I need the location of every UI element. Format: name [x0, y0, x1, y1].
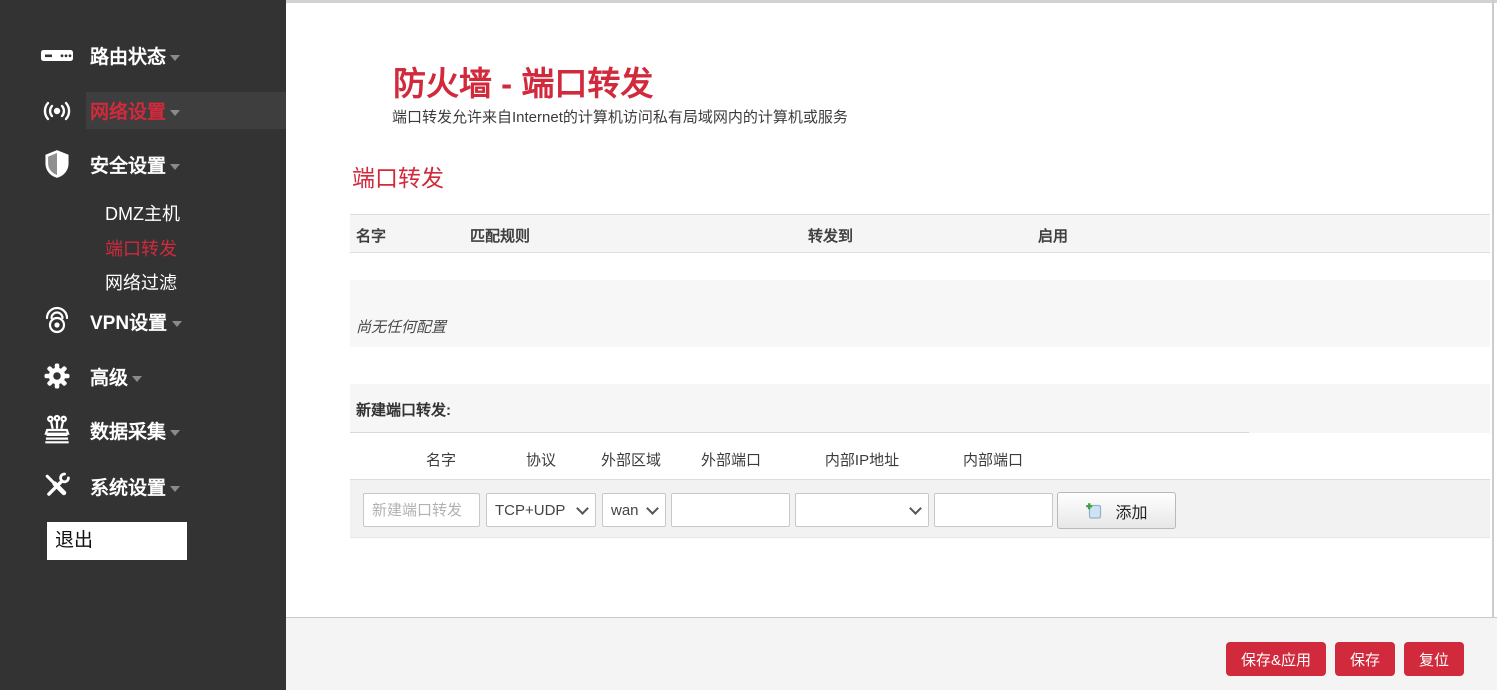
sidebar-item-network-settings[interactable]: 网络设置	[0, 92, 286, 129]
sidebar: 路由状态 网络设置 安全设置 DMZ主机 端口转发 网络过滤 VPN设置	[0, 0, 286, 690]
chevron-down-icon	[172, 321, 182, 327]
sidebar-item-label: VPN设置	[90, 308, 167, 335]
chevron-down-icon	[170, 110, 180, 116]
sidebar-item-port-forwarding[interactable]: 端口转发	[0, 233, 286, 263]
sidebar-item-router-status[interactable]: 路由状态	[0, 38, 286, 72]
shield-icon	[34, 149, 80, 179]
external-port-input[interactable]	[671, 493, 790, 527]
page-subtitle: 端口转发允许来自Internet的计算机访问私有局域网内的计算机或服务	[392, 106, 848, 127]
wireless-icon	[34, 97, 80, 125]
internal-ip-select[interactable]	[795, 493, 929, 527]
submenu-item-label: 网络过滤	[105, 269, 177, 295]
chevron-down-icon	[132, 376, 142, 382]
reset-button[interactable]: 复位	[1404, 642, 1464, 676]
table-empty-row: 尚无任何配置	[350, 280, 1490, 347]
internal-ip-select-wrap	[795, 493, 929, 527]
data-collect-icon	[34, 414, 80, 446]
form-header-protocol: 协议	[526, 449, 556, 470]
column-header-forward-to: 转发到	[808, 225, 853, 246]
form-header-external-zone: 外部区域	[601, 449, 661, 470]
protocol-select[interactable]: TCP+UDP	[486, 493, 596, 527]
vpn-icon	[34, 306, 80, 336]
form-header-internal-port: 内部端口	[963, 449, 1023, 470]
chevron-down-icon	[170, 486, 180, 492]
external-zone-select[interactable]: wan	[602, 493, 666, 527]
sidebar-item-label: 安全设置	[90, 151, 166, 178]
gear-icon	[34, 361, 80, 391]
sidebar-item-data-collection[interactable]: 数据采集	[0, 412, 286, 448]
table-header-row: 名字 匹配规则 转发到 启用	[350, 214, 1490, 253]
sidebar-item-system-settings[interactable]: 系统设置	[0, 468, 286, 504]
form-header-external-port: 外部端口	[701, 449, 761, 470]
main-content: 防火墙 - 端口转发 端口转发允许来自Internet的计算机访问私有局域网内的…	[286, 0, 1497, 690]
chevron-down-icon	[170, 430, 180, 436]
top-border	[286, 0, 1497, 3]
form-header-internal-ip: 内部IP地址	[825, 449, 899, 470]
column-header-match-rule: 匹配规则	[470, 225, 530, 246]
form-input-row: TCP+UDP wan 添加	[350, 480, 1490, 538]
sidebar-item-label: 网络设置	[90, 97, 166, 124]
new-forward-title: 新建端口转发:	[356, 399, 451, 420]
sidebar-item-label: 路由状态	[90, 42, 166, 69]
sidebar-item-advanced[interactable]: 高级	[0, 358, 286, 394]
add-button[interactable]: 添加	[1057, 492, 1176, 529]
sidebar-item-label: 数据采集	[90, 417, 166, 444]
empty-state-text: 尚无任何配置	[356, 316, 446, 337]
sidebar-item-label: 高级	[90, 363, 128, 390]
save-apply-button[interactable]: 保存&应用	[1226, 642, 1326, 676]
internal-port-input[interactable]	[934, 493, 1053, 527]
column-header-enable: 启用	[1038, 225, 1068, 246]
tools-icon	[34, 471, 80, 501]
sidebar-item-dmz-host[interactable]: DMZ主机	[0, 198, 286, 228]
sidebar-item-label: 系统设置	[90, 473, 166, 500]
protocol-select-wrap: TCP+UDP	[486, 493, 596, 527]
form-header-name: 名字	[426, 449, 456, 470]
form-header-row: 名字 协议 外部区域 外部端口 内部IP地址 内部端口	[350, 433, 1490, 480]
add-button-label: 添加	[1115, 499, 1147, 523]
logout-button[interactable]: 退出	[47, 522, 187, 560]
page-title: 防火墙 - 端口转发	[393, 57, 653, 105]
sidebar-item-vpn-settings[interactable]: VPN设置	[0, 303, 286, 339]
sidebar-item-security-settings[interactable]: 安全设置	[0, 146, 286, 182]
section-title: 端口转发	[352, 159, 444, 193]
add-page-icon	[1085, 502, 1103, 520]
chevron-down-icon	[170, 164, 180, 170]
footer: 保存&应用 保存 复位	[286, 617, 1497, 690]
save-button[interactable]: 保存	[1335, 642, 1395, 676]
submenu-item-label: 端口转发	[105, 235, 177, 261]
zone-select-wrap: wan	[602, 493, 666, 527]
column-header-name: 名字	[356, 225, 386, 246]
sidebar-item-network-filter[interactable]: 网络过滤	[0, 267, 286, 297]
router-icon	[34, 43, 80, 67]
new-forward-section: 新建端口转发:	[350, 384, 1490, 433]
submenu-item-label: DMZ主机	[105, 200, 180, 226]
right-border	[1492, 0, 1494, 690]
name-input[interactable]	[363, 493, 480, 527]
chevron-down-icon	[170, 55, 180, 61]
